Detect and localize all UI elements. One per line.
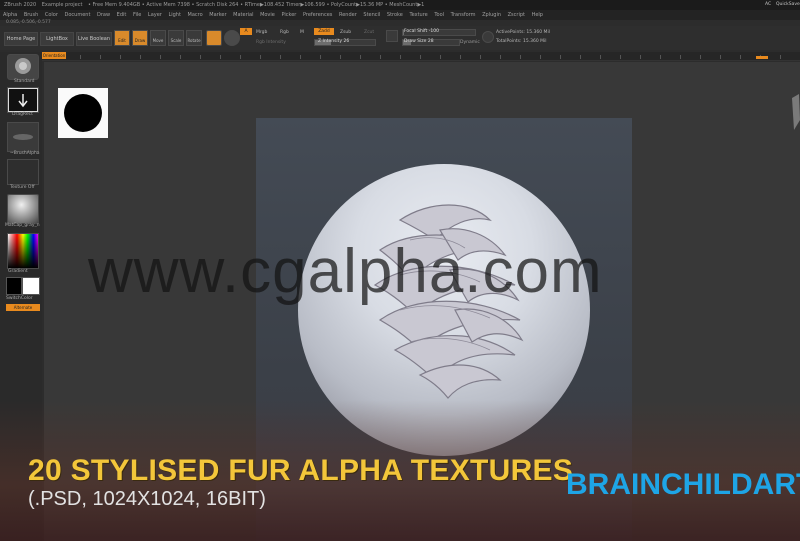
quicksave-button[interactable]: QuickSave — [776, 2, 800, 7]
rotate-mode-button[interactable]: Rotate — [186, 30, 202, 46]
brush-alpha-icon — [13, 134, 33, 140]
scale-mode-button[interactable]: Scale — [168, 30, 184, 46]
zadd-toggle[interactable]: Zadd — [314, 28, 334, 35]
draw-mode-button[interactable]: Draw — [132, 30, 148, 46]
material-selector[interactable] — [7, 194, 39, 224]
stroke-label: DragRect — [12, 112, 33, 117]
points-info-icon — [482, 31, 494, 43]
coordinates-readout: 0.085,-0.506,-0.577 — [6, 20, 51, 25]
draw-size-label: Draw Size 28 — [404, 39, 434, 44]
menu-bar: Alpha Brush Color Document Draw Edit Fil… — [0, 10, 800, 20]
zcut-toggle[interactable]: Zcut — [364, 30, 374, 35]
round-alpha-dot — [64, 94, 102, 132]
color-picker[interactable] — [7, 233, 39, 269]
material-swatch-icon[interactable] — [206, 30, 222, 46]
menu-zscript[interactable]: Zscript — [508, 12, 525, 18]
color-sphere-icon[interactable] — [224, 30, 240, 46]
brush-selector[interactable] — [7, 54, 39, 80]
menu-marker[interactable]: Marker — [209, 12, 226, 18]
dragrect-stroke-icon — [9, 89, 37, 111]
menu-material[interactable]: Material — [233, 12, 253, 18]
menu-tool[interactable]: Tool — [434, 12, 444, 18]
texture-label: Texture Off — [10, 185, 35, 190]
secondary-color-swatch[interactable] — [22, 277, 40, 295]
brand-logo-text: BRAINCHILDART. — [566, 468, 800, 501]
menu-stencil[interactable]: Stencil — [363, 12, 380, 18]
project-name: Example project — [41, 2, 83, 8]
total-points-readout: TotalPoints: 15.360 Mil — [496, 39, 547, 44]
switchcolor-button[interactable]: SwitchColor — [6, 296, 33, 301]
title-bar: ZBrush 2020 Example project • Free Mem 9… — [0, 0, 800, 10]
navigation-cube-icon[interactable] — [790, 90, 800, 140]
top-toolbar: Home Page LightBox Live Boolean Edit Dra… — [0, 26, 800, 50]
a-toggle[interactable]: A — [240, 28, 252, 35]
brush-label: Standard — [14, 79, 35, 84]
alternate-button[interactable]: Alternate — [6, 304, 40, 311]
memory-stats: • Free Mem 9.404GB • Active Mem 7398 • S… — [88, 2, 425, 8]
menu-transform[interactable]: Transform — [451, 12, 476, 18]
promo-subline: (.PSD, 1024X1024, 16BIT) — [28, 488, 266, 510]
watermark-text: www.cgalpha.com — [88, 237, 603, 306]
menu-light[interactable]: Light — [168, 12, 180, 18]
material-label: MatCap_gray_n — [5, 223, 40, 228]
dynamic-toggle[interactable]: Dynamic — [460, 40, 480, 45]
menu-zplugin[interactable]: Zplugin — [482, 12, 501, 18]
timeline-marker[interactable] — [756, 56, 768, 59]
focal-shift-label: Focal Shift -100 — [404, 29, 439, 34]
standard-brush-icon — [15, 58, 31, 74]
menu-movie[interactable]: Movie — [260, 12, 275, 18]
focal-icon — [386, 30, 398, 42]
mrgb-toggle[interactable]: Mrgb — [256, 30, 267, 35]
menu-macro[interactable]: Macro — [188, 12, 203, 18]
menu-alpha[interactable]: Alpha — [3, 12, 17, 18]
zsub-toggle[interactable]: Zsub — [340, 30, 351, 35]
rgb-intensity-label: Rgb Intensity — [256, 40, 286, 45]
orientation-tag: Orientation — [42, 52, 66, 59]
titlebar-right-label: AC — [765, 2, 772, 7]
z-intensity-label: Z Intensity 26 — [318, 39, 350, 44]
edit-mode-button[interactable]: Edit — [114, 30, 130, 46]
menu-picker[interactable]: Picker — [281, 12, 296, 18]
home-page-button[interactable]: Home Page — [4, 32, 38, 46]
active-points-readout: ActivePoints: 15.360 Mil — [496, 30, 550, 35]
stroke-selector[interactable] — [7, 87, 39, 113]
m-toggle[interactable]: M — [300, 30, 304, 35]
alpha-label: ~BrushAlpha — [10, 151, 40, 156]
menu-document[interactable]: Document — [65, 12, 91, 18]
texture-selector[interactable] — [7, 159, 39, 185]
live-boolean-button[interactable]: Live Boolean — [76, 32, 112, 46]
menu-color[interactable]: Color — [45, 12, 58, 18]
menu-help[interactable]: Help — [532, 12, 543, 18]
menu-stroke[interactable]: Stroke — [387, 12, 403, 18]
menu-texture[interactable]: Texture — [409, 12, 427, 18]
menu-edit[interactable]: Edit — [117, 12, 127, 18]
menu-draw[interactable]: Draw — [97, 12, 110, 18]
timeline-ruler[interactable]: Orientation — [40, 52, 800, 61]
menu-layer[interactable]: Layer — [148, 12, 162, 18]
menu-preferences[interactable]: Preferences — [303, 12, 332, 18]
gradient-label: Gradient — [8, 269, 28, 274]
menu-file[interactable]: File — [133, 12, 141, 18]
rgb-toggle[interactable]: Rgb — [280, 30, 289, 35]
promo-headline: 20 STYLISED FUR ALPHA TEXTURES — [28, 454, 574, 487]
lightbox-button[interactable]: LightBox — [40, 32, 74, 46]
menu-brush[interactable]: Brush — [24, 12, 38, 18]
app-title: ZBrush 2020 — [4, 2, 37, 8]
menu-render[interactable]: Render — [339, 12, 357, 18]
alpha-preview-thumbnail — [58, 88, 108, 138]
move-mode-button[interactable]: Move — [150, 30, 166, 46]
alpha-selector[interactable] — [7, 122, 39, 152]
primary-color-swatch[interactable] — [6, 277, 22, 295]
